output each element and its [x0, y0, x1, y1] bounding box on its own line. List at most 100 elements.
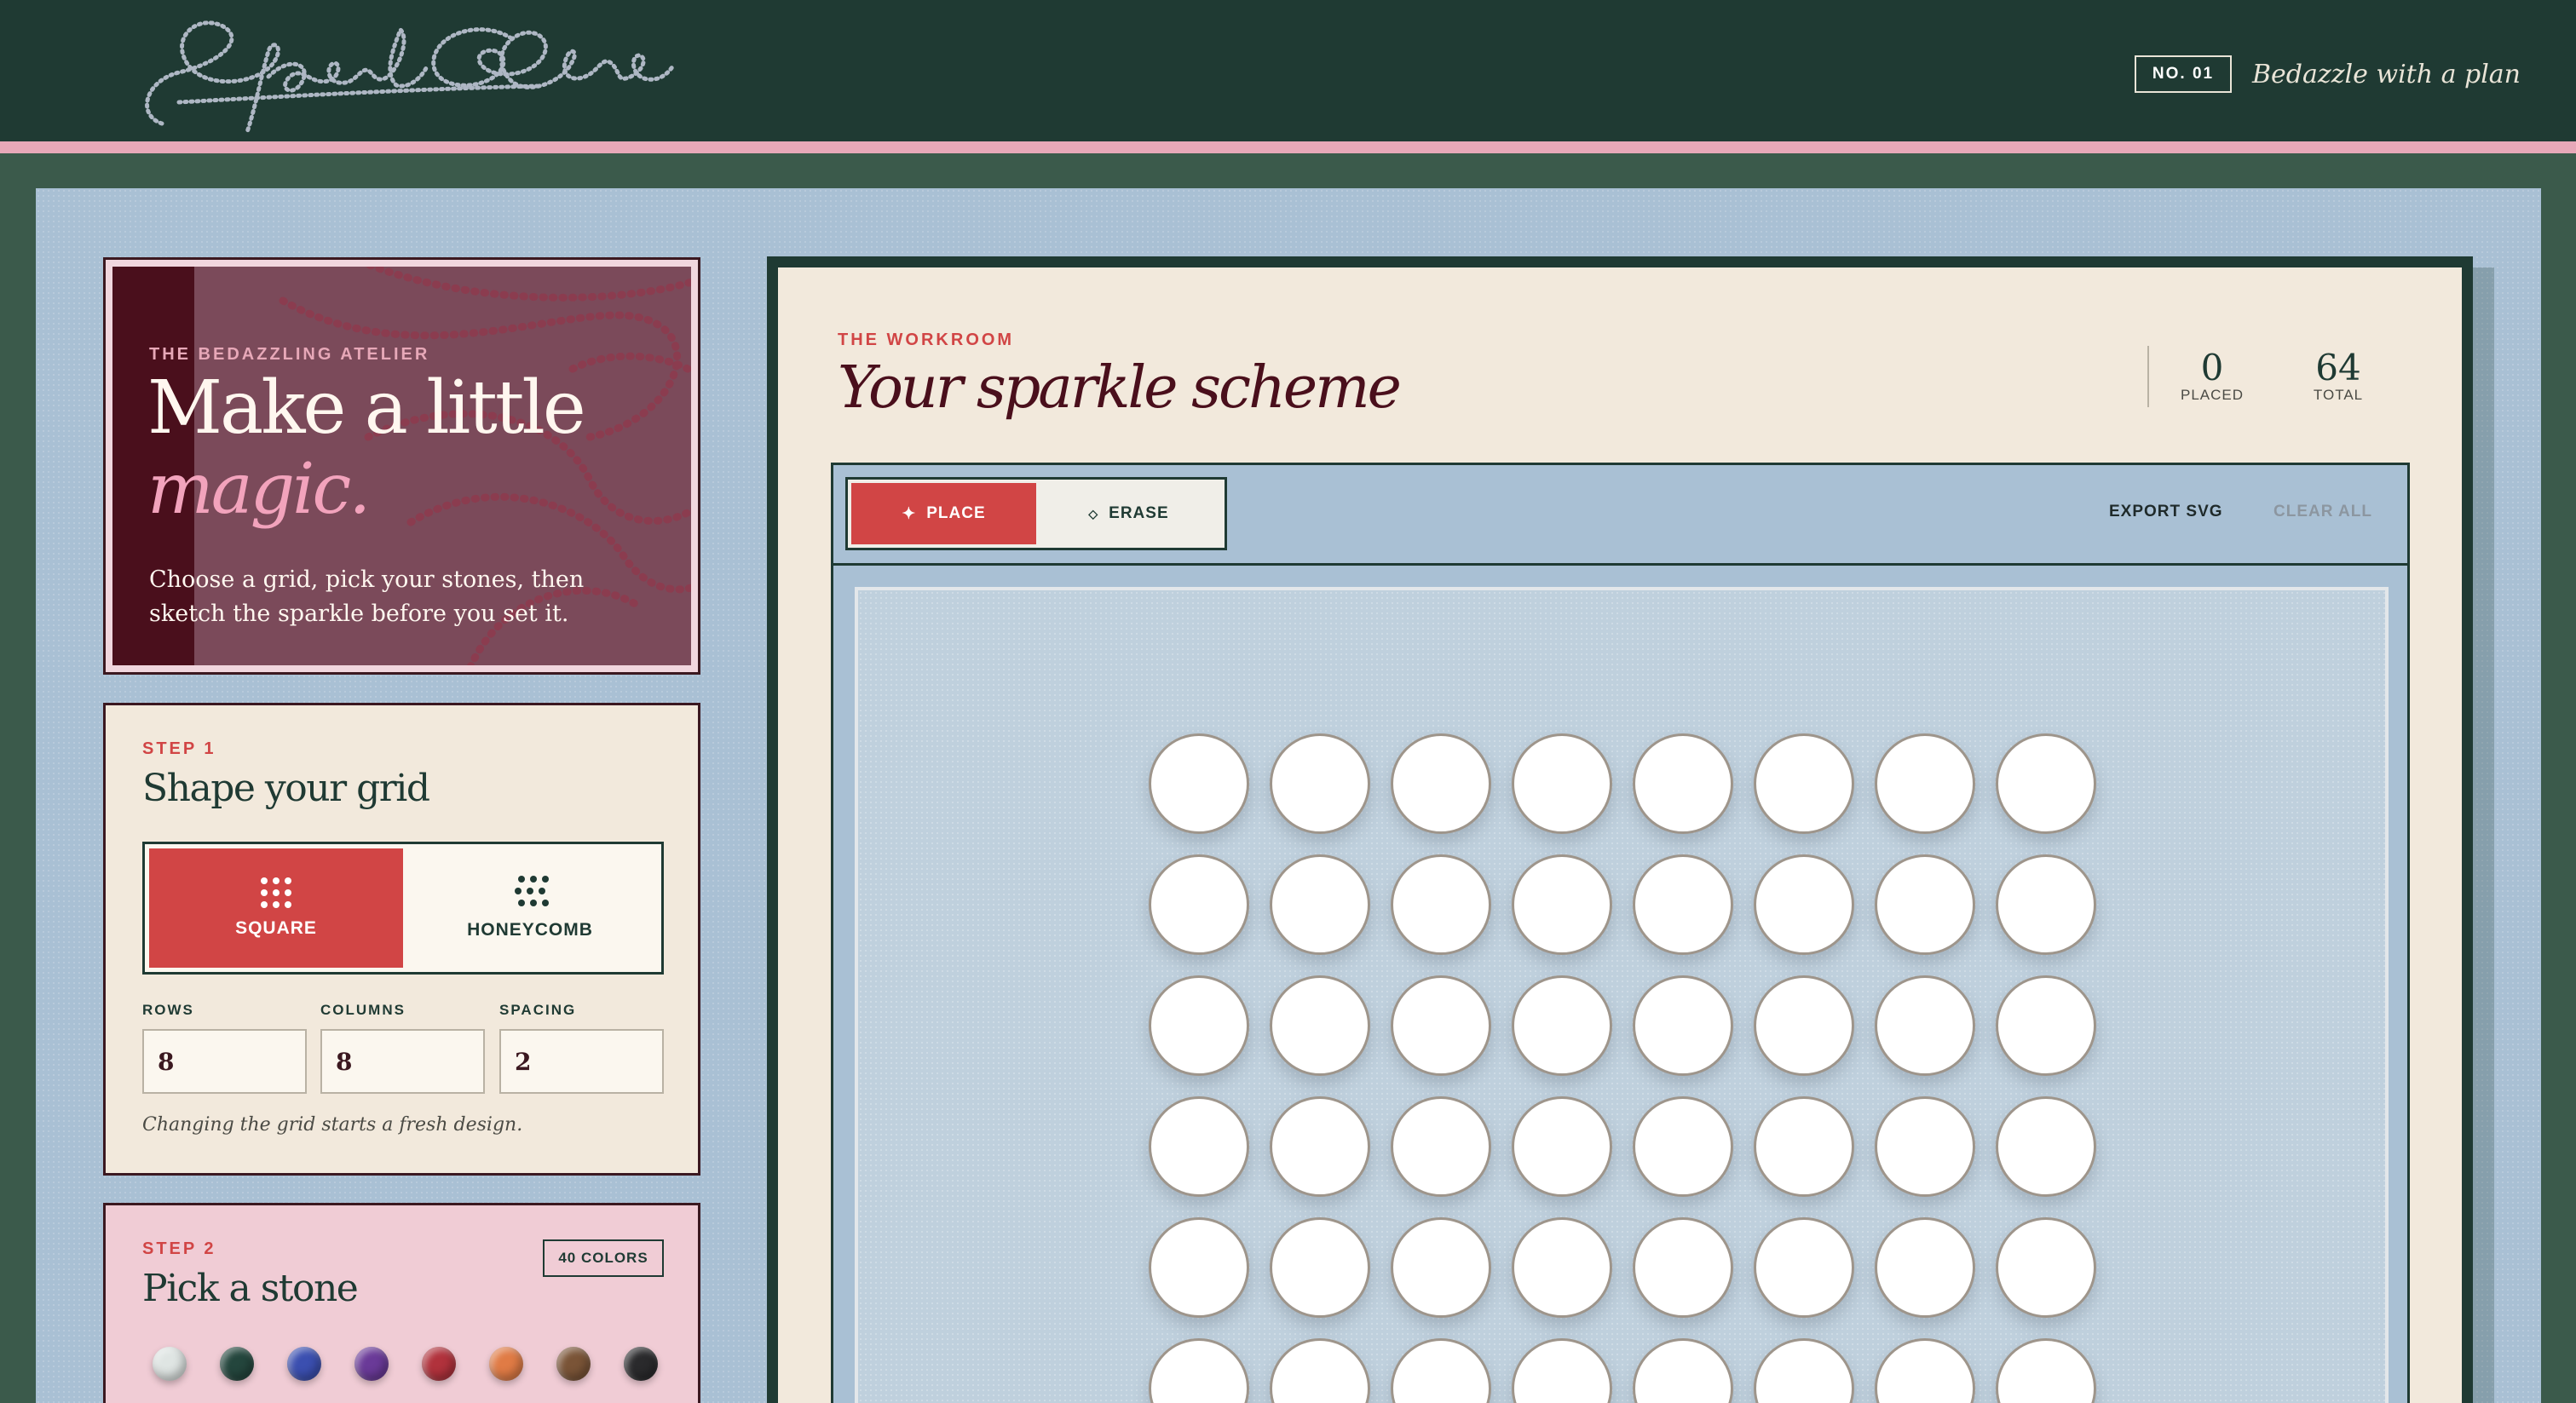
hero-description: Choose a grid, pick your stones, then sk…	[149, 566, 585, 627]
grid-slot[interactable]	[1270, 1338, 1370, 1403]
placed-count: 0	[2200, 347, 2224, 388]
rows-input[interactable]: 8	[142, 1029, 307, 1094]
grid-slot[interactable]	[1391, 1338, 1491, 1403]
total-count: 64	[2315, 347, 2361, 388]
stone-swatch-amethyst[interactable]	[354, 1347, 389, 1381]
grid-slot[interactable]	[1512, 733, 1612, 834]
grid-slot[interactable]	[1512, 1338, 1612, 1403]
sparkle-scheme-logo[interactable]	[128, 4, 682, 141]
grid-slot[interactable]	[1996, 854, 2096, 955]
grid-slot[interactable]	[1875, 1338, 1975, 1403]
spacing-input[interactable]: 2	[499, 1029, 664, 1094]
mode-toggle: ✦ PLACE ◇ ERASE	[845, 477, 1227, 550]
workroom-title: Your sparkle scheme	[838, 354, 1402, 422]
shape-option-square[interactable]: SQUARE	[149, 848, 403, 968]
shape-option-label: SQUARE	[235, 918, 317, 938]
grid-slot[interactable]	[1633, 1338, 1733, 1403]
grid-slot[interactable]	[1754, 733, 1854, 834]
grid-slot[interactable]	[1875, 1096, 1975, 1197]
stone-swatch-ruby[interactable]	[422, 1347, 456, 1381]
grid-slot[interactable]	[1754, 1096, 1854, 1197]
honeycomb-grid-icon	[515, 876, 549, 910]
erase-mode-label: ERASE	[1109, 504, 1169, 522]
grid-slot[interactable]	[1391, 733, 1491, 834]
step1-title: Shape your grid	[142, 767, 430, 810]
grid-slot[interactable]	[1512, 975, 1612, 1076]
app-header: NO. 01 Bedazzle with a plan	[0, 0, 2576, 141]
step2-title: Pick a stone	[142, 1267, 359, 1310]
workroom-panel: THE WORKROOM Your sparkle scheme 0 PLACE…	[767, 256, 2473, 1403]
columns-label: COLUMNS	[320, 1002, 406, 1018]
canvas-toolbar: ✦ PLACE ◇ ERASE EXPORT SVG CLEAR ALL	[831, 463, 2410, 563]
erase-mode-button[interactable]: ◇ ERASE	[1036, 483, 1221, 544]
grid-slot[interactable]	[1149, 975, 1249, 1076]
grid-slot[interactable]	[1996, 1338, 2096, 1403]
total-label: TOTAL	[2313, 387, 2364, 403]
export-svg-button[interactable]: EXPORT SVG	[2109, 503, 2223, 521]
grid-slot[interactable]	[1391, 1096, 1491, 1197]
grid-slot[interactable]	[1149, 854, 1249, 955]
grid-slot[interactable]	[1633, 1096, 1733, 1197]
grid-slot[interactable]	[1270, 975, 1370, 1076]
grid-slot[interactable]	[1512, 1096, 1612, 1197]
grid-slot[interactable]	[1270, 854, 1370, 955]
grid-slot[interactable]	[1754, 1217, 1854, 1318]
grid-slot[interactable]	[1149, 1217, 1249, 1318]
grid-slot[interactable]	[1996, 1096, 2096, 1197]
grid-slot[interactable]	[1149, 733, 1249, 834]
grid-slot[interactable]	[1270, 733, 1370, 834]
columns-input[interactable]: 8	[320, 1029, 485, 1094]
diamond-outline-icon: ◇	[1088, 506, 1099, 520]
placed-label: PLACED	[2180, 387, 2245, 403]
grid-slot[interactable]	[1270, 1217, 1370, 1318]
stone-swatch-bronze[interactable]	[556, 1347, 591, 1381]
stone-swatch-sapphire[interactable]	[287, 1347, 321, 1381]
spacing-label: SPACING	[499, 1002, 577, 1018]
grid-slot[interactable]	[1391, 975, 1491, 1076]
canvas-frame	[831, 563, 2410, 1403]
hero-card: THE BEDAZZLING ATELIER Make a little mag…	[103, 257, 700, 675]
workroom-inner: THE WORKROOM Your sparkle scheme 0 PLACE…	[778, 267, 2462, 1403]
grid-slot[interactable]	[1875, 854, 1975, 955]
grid-slot[interactable]	[1633, 854, 1733, 955]
grid-slot[interactable]	[1996, 733, 2096, 834]
grid-slot[interactable]	[1633, 975, 1733, 1076]
sparkle-icon: ✦	[902, 504, 917, 523]
grid-slot[interactable]	[1512, 854, 1612, 955]
grid-slot[interactable]	[1270, 1096, 1370, 1197]
design-canvas[interactable]	[855, 587, 2389, 1403]
grid-slot[interactable]	[1996, 1217, 2096, 1318]
grid-slot[interactable]	[1149, 1338, 1249, 1403]
grid-slot[interactable]	[1875, 733, 1975, 834]
rows-label: ROWS	[142, 1002, 194, 1018]
workroom-eyebrow: THE WORKROOM	[838, 331, 1015, 349]
place-mode-button[interactable]: ✦ PLACE	[851, 483, 1036, 544]
shape-option-label: HONEYCOMB	[467, 920, 593, 940]
grid-slot[interactable]	[1633, 1217, 1733, 1318]
stone-swatch-emerald[interactable]	[220, 1347, 254, 1381]
hero-panel: THE BEDAZZLING ATELIER Make a little mag…	[112, 267, 691, 665]
header-accent-stripe	[0, 141, 2576, 153]
stone-swatch-topaz[interactable]	[489, 1347, 523, 1381]
grid-slot[interactable]	[1996, 975, 2096, 1076]
stone-swatch-jet[interactable]	[624, 1347, 658, 1381]
stats-divider	[2147, 346, 2149, 407]
grid-slot[interactable]	[1875, 975, 1975, 1076]
grid-slot[interactable]	[1512, 1217, 1612, 1318]
clear-all-button[interactable]: CLEAR ALL	[2273, 503, 2372, 521]
grid-slot[interactable]	[1149, 1096, 1249, 1197]
grid-slot[interactable]	[1391, 1217, 1491, 1318]
stone-swatch-crystal[interactable]	[153, 1347, 187, 1381]
grid-shape-toggle: SQUARE HONEYCOMB	[142, 842, 664, 975]
grid-slot[interactable]	[1754, 975, 1854, 1076]
grid-reset-note: Changing the grid starts a fresh design.	[142, 1114, 523, 1136]
grid-slot[interactable]	[1875, 1217, 1975, 1318]
grid-slot[interactable]	[1754, 854, 1854, 955]
grid-slot[interactable]	[1633, 733, 1733, 834]
step2-eyebrow: STEP 2	[142, 1239, 216, 1258]
hero-title-line1: Make a little	[147, 365, 586, 451]
grid-slot[interactable]	[1754, 1338, 1854, 1403]
grid-slot[interactable]	[1391, 854, 1491, 955]
hero-eyebrow: THE BEDAZZLING ATELIER	[149, 345, 430, 364]
shape-option-honeycomb[interactable]: HONEYCOMB	[403, 848, 657, 968]
